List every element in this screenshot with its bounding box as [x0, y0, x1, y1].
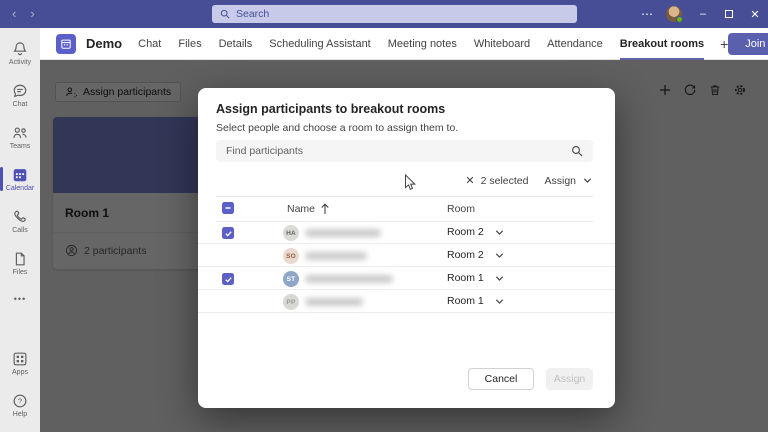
participant-row[interactable]: SO Room 2 [198, 245, 615, 267]
selected-count: 2 selected [480, 174, 529, 187]
tab-attendance[interactable]: Attendance [547, 28, 603, 60]
check-icon [224, 276, 232, 283]
search-icon [220, 9, 230, 19]
phone-icon [14, 210, 26, 222]
participant-row[interactable]: PP Room 1 [198, 291, 615, 313]
meeting-calendar-icon [56, 33, 76, 54]
svg-text:?: ? [18, 397, 22, 406]
avatar: PP [283, 294, 299, 310]
calendar-icon [13, 169, 27, 182]
sidebar-item-help[interactable]: ? Help [0, 384, 40, 426]
find-participants-placeholder: Find participants [226, 145, 304, 157]
help-icon: ? [13, 394, 27, 408]
chevron-down-icon [495, 275, 503, 281]
assign-participants-dialog: Assign participants to breakout rooms Se… [198, 88, 615, 408]
bell-icon [13, 42, 27, 56]
participant-name-redacted [305, 229, 381, 237]
cancel-button[interactable]: Cancel [468, 368, 534, 390]
tab-scheduling-assistant[interactable]: Scheduling Assistant [269, 28, 371, 60]
titlebar-more-icon[interactable]: ⋯ [636, 7, 658, 21]
avatar: SO [283, 248, 299, 264]
maximize-button[interactable] [716, 0, 742, 28]
chevron-down-icon [495, 229, 503, 235]
close-window-button[interactable]: ✕ [742, 0, 768, 28]
tab-details[interactable]: Details [219, 28, 253, 60]
meeting-title: Demo [86, 36, 123, 51]
chat-icon [13, 84, 27, 98]
join-button[interactable]: Join [728, 32, 768, 55]
meeting-header: Demo Chat Files Details Scheduling Assis… [40, 28, 768, 60]
user-avatar[interactable] [666, 6, 683, 23]
chevron-down-icon [495, 298, 503, 304]
sidebar-item-calendar[interactable]: Calendar [0, 158, 40, 200]
mixed-state-dash [225, 207, 231, 209]
find-participants-input[interactable]: Find participants [216, 140, 593, 162]
sidebar-more-button[interactable]: ••• [14, 284, 26, 314]
sidebar-item-teams[interactable]: Teams [0, 116, 40, 158]
meeting-tabs: Chat Files Details Scheduling Assistant … [138, 28, 705, 60]
active-indicator [0, 167, 3, 191]
participant-row[interactable]: ST Room 1 [198, 268, 615, 290]
teams-window: ‹ › Search ⋯ – ✕ Activity Chat Teams Cal… [0, 0, 768, 432]
sidebar-item-calls[interactable]: Calls [0, 200, 40, 242]
participant-row[interactable]: HA Room 2 [198, 222, 615, 244]
name-column-header[interactable]: Name [287, 203, 315, 215]
sidebar-item-apps[interactable]: Apps [0, 342, 40, 384]
assign-dropdown[interactable]: Assign [544, 175, 593, 187]
tab-chat[interactable]: Chat [138, 28, 161, 60]
clear-selection-button[interactable]: ✕ 2 selected [465, 174, 529, 188]
row-checkbox[interactable] [222, 227, 234, 239]
table-header-row: Name Room [198, 197, 615, 222]
tab-whiteboard[interactable]: Whiteboard [474, 28, 530, 60]
deselect-icon: ✕ [465, 175, 475, 187]
status-available-dot [676, 16, 683, 23]
apps-icon [13, 352, 27, 366]
room-select[interactable]: Room 1 [447, 272, 505, 284]
dialog-title: Assign participants to breakout rooms [216, 102, 446, 116]
room-select[interactable]: Room 2 [447, 249, 505, 261]
add-tab-button[interactable]: + [720, 36, 728, 52]
dialog-subtitle: Select people and choose a room to assig… [216, 122, 459, 134]
global-search-input[interactable]: Search [212, 5, 577, 23]
teams-icon [13, 127, 27, 139]
sidebar-item-chat[interactable]: Chat [0, 74, 40, 116]
room-select[interactable]: Room 2 [447, 226, 505, 238]
title-bar: ‹ › Search ⋯ – ✕ [0, 0, 768, 28]
avatar: HA [283, 225, 299, 241]
file-icon [15, 252, 25, 266]
room-select[interactable]: Room 1 [447, 295, 505, 307]
app-rail: Activity Chat Teams Calendar Calls Files… [0, 28, 40, 432]
check-icon [224, 230, 232, 237]
mouse-cursor [405, 174, 417, 190]
tab-meeting-notes[interactable]: Meeting notes [388, 28, 457, 60]
participant-name-redacted [305, 298, 363, 306]
assign-button-disabled[interactable]: Assign [546, 368, 593, 390]
minimize-button[interactable]: – [690, 0, 716, 28]
avatar: ST [283, 271, 299, 287]
sidebar-item-activity[interactable]: Activity [0, 32, 40, 74]
sort-ascending-icon [321, 203, 329, 214]
room-column-header: Room [447, 203, 476, 215]
sidebar-item-files[interactable]: Files [0, 242, 40, 284]
forward-icon[interactable]: › [30, 0, 34, 28]
tab-files[interactable]: Files [178, 28, 201, 60]
row-checkbox[interactable] [222, 273, 234, 285]
chevron-down-icon [495, 252, 503, 258]
chevron-down-icon [583, 178, 592, 183]
tab-breakout-rooms[interactable]: Breakout rooms [619, 28, 705, 60]
select-all-checkbox[interactable] [222, 202, 234, 214]
participant-name-redacted [305, 252, 367, 260]
search-icon [572, 146, 583, 157]
search-placeholder: Search [236, 8, 270, 20]
back-icon[interactable]: ‹ [12, 0, 16, 28]
maximize-icon [725, 10, 733, 18]
participant-name-redacted [305, 275, 393, 283]
